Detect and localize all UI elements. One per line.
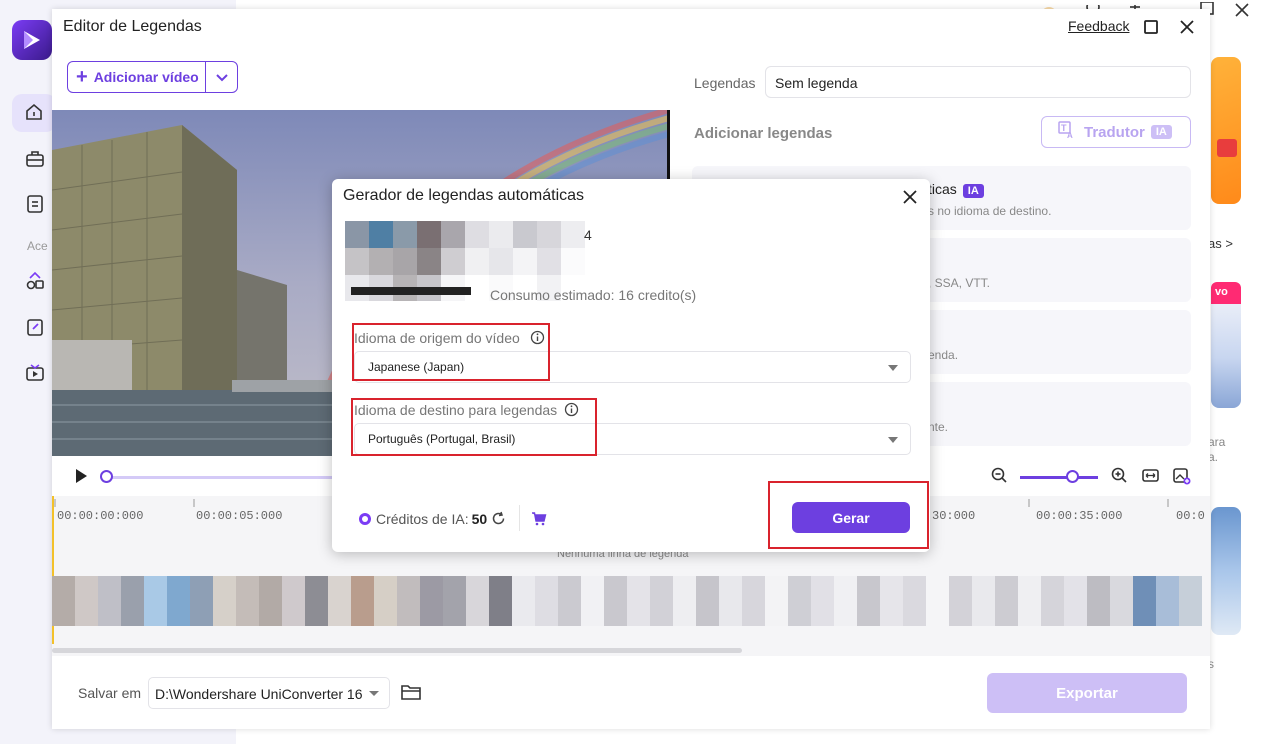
toolbox-icon[interactable] (25, 149, 47, 171)
close-icon[interactable] (1177, 17, 1197, 37)
window-title: Editor de Legendas (63, 18, 202, 35)
player-icon[interactable] (25, 363, 47, 385)
feature-card-1-text: ara (1208, 435, 1226, 449)
add-image-icon[interactable] (1173, 467, 1191, 490)
new-badge: vo (1211, 282, 1241, 304)
app-logo (12, 20, 52, 60)
timeline-tick: 00:00:35:000 (1036, 509, 1123, 523)
bg-close-icon[interactable] (1234, 2, 1250, 23)
translate-icon: TA (1058, 121, 1076, 143)
add-video-label: Adicionar vídeo (93, 69, 199, 85)
subtitles-label: Legendas (694, 75, 756, 91)
option-card-title: ticas IA (928, 181, 984, 198)
ia-badge: IA (1150, 125, 1172, 139)
promo-banner[interactable] (1211, 57, 1241, 204)
add-subtitles-title: Adicionar legendas (694, 125, 833, 142)
plus-icon: + (76, 66, 88, 88)
see-more-link[interactable]: as > (1208, 236, 1233, 251)
ai-credits-label: Créditos de IA: (376, 511, 469, 527)
option-card-desc: nte. (928, 420, 949, 434)
highlight-source-language (352, 323, 550, 381)
subtitles-select[interactable]: Sem legenda (765, 66, 1191, 98)
play-icon[interactable] (74, 468, 88, 489)
estimated-consumption: Consumo estimado: 16 credito(s) (490, 287, 697, 303)
credits-icon (359, 513, 371, 525)
thumbnail-overlay-bar (351, 287, 471, 295)
maximize-icon[interactable] (1141, 17, 1161, 37)
nav-section-label: Ace (27, 239, 48, 253)
credits-divider (519, 505, 520, 531)
chevron-down-icon (888, 437, 898, 443)
option-card-desc: , SSA, VTT. (928, 276, 991, 290)
document-icon[interactable] (25, 194, 47, 216)
timeline-tick: 00:0 (1176, 509, 1205, 523)
translator-label: Tradutor (1084, 123, 1145, 141)
highlight-generate-button (768, 481, 929, 549)
folder-icon[interactable] (401, 683, 421, 706)
feature-card-2[interactable] (1211, 507, 1241, 635)
chevron-down-icon (369, 691, 379, 696)
option-card-desc: enda. (928, 348, 959, 362)
button-divider (205, 62, 206, 92)
edit-icon[interactable] (25, 317, 47, 339)
zoom-slider-knob[interactable] (1066, 470, 1079, 483)
save-location-label: Salvar em (78, 685, 142, 701)
zoom-out-icon[interactable] (991, 467, 1008, 489)
option-card-desc: s no idioma de destino. (928, 204, 1052, 218)
auto-subtitle-dialog: Gerador de legendas automáticas 4 Consum… (332, 179, 930, 552)
video-frames-strip[interactable] (52, 576, 1210, 626)
ai-credits-value: 50 (471, 511, 488, 527)
fit-width-icon[interactable] (1142, 467, 1159, 489)
cart-icon[interactable] (531, 511, 547, 531)
save-path-value: D:\Wondershare UniConverter 16 (155, 686, 363, 702)
feedback-link[interactable]: Feedback (1068, 18, 1129, 34)
export-button[interactable]: Exportar (987, 673, 1187, 713)
ai-credits: Créditos de IA: 50 (359, 511, 487, 527)
video-filename: 4 (584, 227, 592, 243)
timeline-tick: 00:00:00:000 (57, 509, 144, 523)
add-video-button[interactable]: + Adicionar vídeo (67, 61, 238, 93)
ai-tools-icon[interactable] (25, 271, 47, 293)
timeline-tick: 30:000 (932, 509, 976, 523)
save-location-select[interactable]: D:\Wondershare UniConverter 16 (148, 677, 390, 709)
timeline-scrollbar[interactable] (52, 648, 742, 653)
refresh-icon[interactable] (491, 511, 506, 531)
timeline-tick: 00:00:05:000 (196, 509, 283, 523)
dialog-title: Gerador de legendas automáticas (343, 187, 585, 204)
home-icon[interactable] (12, 94, 56, 132)
close-icon[interactable] (902, 189, 918, 210)
playback-progress-knob[interactable] (100, 470, 113, 483)
zoom-slider-track[interactable] (1020, 476, 1098, 479)
highlight-target-language (351, 398, 597, 456)
feature-card-1[interactable]: vo (1211, 282, 1241, 408)
chevron-down-icon (888, 365, 898, 371)
svg-text:A: A (1067, 131, 1073, 139)
translator-button[interactable]: TA Tradutor IA (1041, 116, 1191, 148)
ia-badge: IA (962, 184, 984, 198)
zoom-in-icon[interactable] (1111, 467, 1128, 489)
chevron-down-icon[interactable] (215, 71, 229, 89)
playback-progress-track[interactable] (106, 476, 336, 479)
